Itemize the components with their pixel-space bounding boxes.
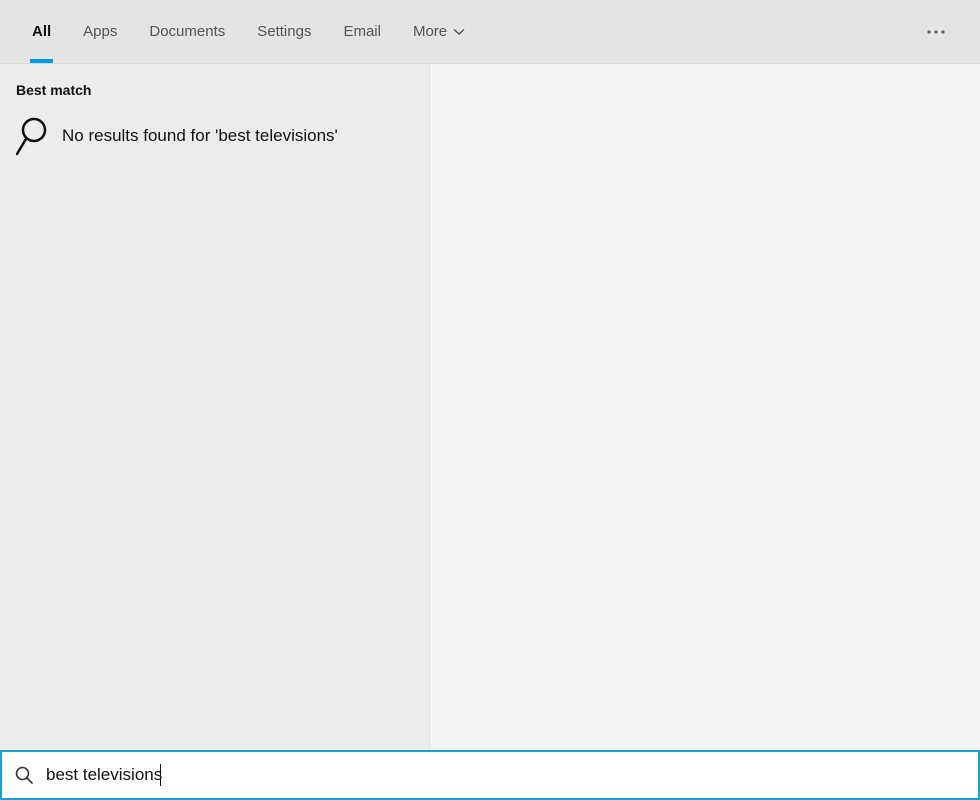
tab-settings[interactable]: Settings <box>241 0 327 63</box>
text-caret <box>160 764 161 786</box>
tab-label: Email <box>343 23 381 40</box>
more-options-button[interactable] <box>916 12 956 52</box>
tab-email[interactable]: Email <box>327 0 397 63</box>
chevron-down-icon <box>453 26 465 38</box>
filter-tabs-header: All Apps Documents Settings Email More <box>0 0 980 64</box>
no-results-row: No results found for 'best televisions' <box>0 108 429 164</box>
header-actions <box>916 0 980 63</box>
search-input-value: best televisions <box>46 765 162 785</box>
tab-more[interactable]: More <box>397 0 481 63</box>
search-bar[interactable]: best televisions <box>0 750 980 800</box>
tab-label: All <box>32 23 51 40</box>
tab-label: Settings <box>257 23 311 40</box>
search-icon <box>14 765 34 785</box>
search-icon <box>16 116 50 156</box>
tab-label: Apps <box>83 23 117 40</box>
tab-label: More <box>413 23 447 40</box>
results-left-pane: Best match No results found for 'best te… <box>0 64 430 750</box>
tab-apps[interactable]: Apps <box>67 0 133 63</box>
tab-all[interactable]: All <box>16 0 67 63</box>
search-input[interactable]: best televisions <box>46 764 966 786</box>
tab-label: Documents <box>149 23 225 40</box>
best-match-header: Best match <box>0 80 429 108</box>
results-body: Best match No results found for 'best te… <box>0 64 980 750</box>
no-results-text: No results found for 'best televisions' <box>62 126 338 146</box>
results-right-pane <box>430 64 980 750</box>
filter-tabs: All Apps Documents Settings Email More <box>16 0 481 63</box>
tab-documents[interactable]: Documents <box>133 0 241 63</box>
ellipsis-icon <box>927 30 945 34</box>
